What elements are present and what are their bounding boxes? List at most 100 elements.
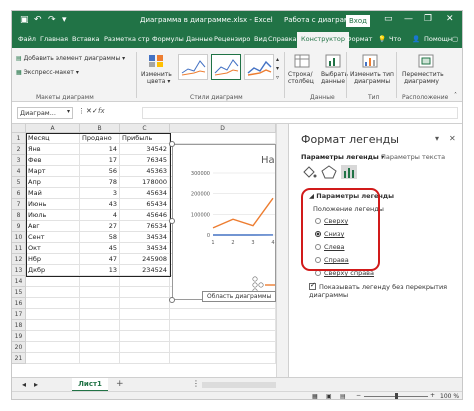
tab-review[interactable]: Рецензиро — [214, 35, 250, 43]
grid-cell[interactable]: Авг — [26, 221, 80, 232]
tab-formulas[interactable]: Формулы — [152, 35, 184, 43]
tab-text-options[interactable]: Параметры текста — [381, 153, 445, 161]
grid-cell[interactable] — [170, 320, 276, 331]
chart-area[interactable]: Назв 01000002000003000001234 — [172, 144, 276, 300]
row-header[interactable]: 12 — [12, 254, 26, 265]
row-header[interactable]: 15 — [12, 287, 26, 298]
series-line-2[interactable] — [212, 197, 274, 229]
grid-cell[interactable]: Янв — [26, 144, 80, 155]
grid-cell[interactable] — [170, 309, 276, 320]
normal-view-icon[interactable]: ▦ — [312, 393, 318, 399]
row-header[interactable]: 16 — [12, 298, 26, 309]
customize-icon[interactable]: ▾ — [62, 15, 67, 25]
styles-more[interactable]: ▿ — [276, 74, 279, 81]
row-header[interactable]: 3 — [12, 155, 26, 166]
grid-cell[interactable] — [26, 342, 80, 353]
page-break-view-icon[interactable]: ▤ — [340, 393, 346, 399]
row-header[interactable]: 4 — [12, 166, 26, 177]
grid-cell[interactable] — [170, 331, 276, 342]
collapse-ribbon-icon[interactable]: ˄ — [454, 92, 457, 99]
grid-cell[interactable]: 43 — [80, 199, 120, 210]
grid-cell[interactable]: 56 — [80, 166, 120, 177]
grid-cell[interactable] — [120, 331, 170, 342]
grid-cell[interactable]: 76345 — [120, 155, 170, 166]
grid-cell[interactable] — [170, 133, 276, 144]
restore-icon[interactable]: ❐ — [424, 14, 432, 24]
grid-cell[interactable]: Март — [26, 166, 80, 177]
grid-cell[interactable]: Июнь — [26, 199, 80, 210]
grid-cell[interactable] — [80, 309, 120, 320]
chart-style-1[interactable] — [178, 54, 208, 80]
zoom-slider-thumb[interactable] — [395, 393, 398, 399]
grid-cell[interactable] — [80, 342, 120, 353]
redo-icon[interactable]: ↷ — [48, 15, 56, 25]
undo-icon[interactable]: ↶ — [34, 15, 42, 25]
grid-cell[interactable] — [80, 353, 120, 364]
page-layout-view-icon[interactable]: ▣ — [326, 393, 332, 399]
grid-cell[interactable] — [170, 353, 276, 364]
legend-handle[interactable] — [252, 282, 258, 288]
row-header[interactable]: 13 — [12, 265, 26, 276]
grid-cell[interactable]: Апр — [26, 177, 80, 188]
grid-cell[interactable] — [80, 320, 120, 331]
grid-cell[interactable] — [26, 298, 80, 309]
change-colors-button[interactable]: Изменить цвета ▾ — [141, 71, 172, 85]
grid-cell[interactable]: 14 — [80, 144, 120, 155]
grid-cell[interactable]: 245908 — [120, 254, 170, 265]
grid-cell[interactable]: 34534 — [120, 232, 170, 243]
close-icon[interactable]: ✕ — [446, 14, 454, 24]
name-box[interactable]: Диаграм... — [17, 107, 73, 119]
tab-insert[interactable]: Вставка — [72, 35, 100, 43]
grid-cell[interactable]: 3 — [80, 188, 120, 199]
grid-cell[interactable]: 178000 — [120, 177, 170, 188]
grid-cell[interactable] — [120, 342, 170, 353]
resize-handle[interactable] — [169, 141, 175, 147]
horizontal-scrollbar[interactable] — [202, 382, 276, 388]
zoom-level[interactable]: 100 % — [440, 393, 459, 399]
grid-cell[interactable]: 58 — [80, 232, 120, 243]
tab-page-layout[interactable]: Разметка стр — [104, 35, 150, 43]
grid-cell[interactable] — [26, 320, 80, 331]
cancel-icon[interactable]: ✕ — [86, 107, 92, 115]
grid-cell[interactable] — [26, 353, 80, 364]
tab-home[interactable]: Главная — [40, 35, 68, 43]
row-header[interactable]: 19 — [12, 331, 26, 342]
sheet-options-icon[interactable]: ⋮ — [192, 379, 200, 388]
row-header[interactable]: 6 — [12, 188, 26, 199]
grid-cell[interactable]: Май — [26, 188, 80, 199]
grid-cell[interactable]: 17 — [80, 155, 120, 166]
row-header[interactable]: 10 — [12, 232, 26, 243]
select-data-button[interactable]: Выбрать данные — [321, 71, 348, 85]
column-header-d[interactable]: D — [170, 124, 276, 133]
tab-design[interactable]: Конструктор — [297, 32, 349, 48]
row-header[interactable]: 14 — [12, 276, 26, 287]
fill-bucket-icon[interactable] — [301, 165, 317, 179]
grid-cell[interactable]: 65434 — [120, 199, 170, 210]
pentagon-effects-icon[interactable] — [321, 165, 337, 179]
grid-cell[interactable]: Нбр — [26, 254, 80, 265]
tab-help[interactable]: Справка — [268, 35, 297, 43]
minimize-icon[interactable]: — — [404, 14, 413, 24]
comment-icon[interactable]: ▢ — [452, 35, 458, 43]
chart-style-2[interactable] — [211, 54, 241, 80]
grid-cell[interactable]: Дкбр — [26, 265, 80, 276]
row-header[interactable]: 18 — [12, 320, 26, 331]
row-header[interactable]: 17 — [12, 309, 26, 320]
zoom-out-button[interactable]: − — [356, 392, 361, 399]
row-header[interactable]: 20 — [12, 342, 26, 353]
grid-cell[interactable]: Июль — [26, 210, 80, 221]
styles-scroll-down[interactable]: ▾ — [276, 65, 279, 72]
zoom-in-button[interactable]: + — [430, 392, 435, 399]
close-pane-icon[interactable]: ✕ — [449, 134, 456, 143]
grid-cell[interactable] — [120, 353, 170, 364]
tab-help-assist[interactable]: Помощн — [424, 35, 452, 43]
resize-handle[interactable] — [169, 218, 175, 224]
tab-tell-me[interactable]: Что — [389, 35, 401, 43]
grid-cell[interactable] — [120, 309, 170, 320]
tab-file[interactable]: Файл — [18, 35, 36, 43]
grid-cell[interactable] — [26, 287, 80, 298]
grid-cell[interactable]: 27 — [80, 221, 120, 232]
grid-cell[interactable]: 34542 — [120, 144, 170, 155]
move-chart-button[interactable]: Переместить диаграмму — [402, 71, 444, 85]
formula-menu-icon[interactable]: ⋮ — [78, 107, 85, 115]
